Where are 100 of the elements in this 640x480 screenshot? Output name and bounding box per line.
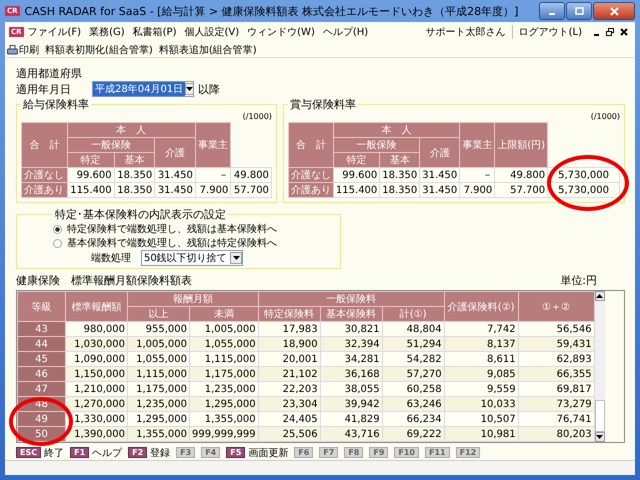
table-cell: 1,090,000	[66, 352, 128, 367]
table-cell: 9,559	[444, 382, 518, 397]
caret-icon	[232, 256, 240, 260]
table-cell: 1,295,000	[128, 412, 190, 427]
grade-cell: 44	[18, 336, 66, 352]
radio-button[interactable]	[53, 238, 62, 248]
unit-label: (/1000)	[242, 112, 272, 122]
table-cell: 24,405	[258, 412, 320, 427]
table-cell: 57.700	[494, 182, 548, 198]
table-cell: 18.350	[114, 168, 155, 183]
header-cell: 事業主	[460, 122, 495, 168]
table-cell: 1,115,000	[128, 366, 190, 382]
table-cell: 980,000	[66, 322, 128, 337]
table-cell: 99.600	[333, 168, 380, 183]
table-cell: 41,829	[320, 412, 382, 427]
close-icon	[610, 6, 618, 16]
table-cell: 1,390,000	[66, 426, 128, 442]
toolbar-button[interactable]: 料額表追加(組合管掌)	[158, 42, 257, 56]
menu-item[interactable]: ファイル(F)	[24, 25, 86, 39]
table-cell: 54,282	[382, 352, 444, 367]
function-key-button[interactable]: F5 画面更新	[226, 446, 288, 460]
close-button[interactable]	[593, 2, 635, 20]
function-key-button[interactable]: F2 登録	[128, 446, 170, 460]
table-cell: 1,210,000	[66, 382, 128, 397]
group-title: 給与保険料率	[22, 97, 90, 112]
function-key-button[interactable]: ESC 終了	[16, 446, 64, 460]
menu-item[interactable]: 業務(G)	[85, 25, 129, 39]
header-cell: ①＋②	[518, 292, 594, 322]
prefecture-label: 適用都道府県	[16, 66, 83, 81]
table-cell: 73,279	[518, 396, 594, 412]
table-cell: 1,150,000	[66, 366, 128, 382]
menu-item[interactable]: 私書箱(P)	[128, 25, 180, 39]
table-cell: 1,270,000	[66, 396, 128, 412]
menu-item[interactable]: 個人設定(V)	[180, 25, 244, 39]
table-cell: 39,942	[320, 396, 382, 412]
table-cell: 57.700	[230, 182, 272, 198]
table-cell: 60,258	[382, 382, 444, 397]
function-key-button[interactable]: F1 ヘルプ	[70, 446, 122, 460]
table-cell: 1,235,000	[128, 396, 190, 412]
maximize-button[interactable]	[566, 2, 592, 20]
table-cell: 63,246	[382, 396, 444, 412]
table-cell: 43,716	[320, 426, 382, 442]
date-dropdown[interactable]: 平成28年04月01日	[92, 81, 194, 98]
radio-label: 特定保険料で端数処理し、残額は基本保険料へ	[67, 222, 277, 236]
table-cell: 955,000	[128, 322, 190, 337]
table-cell: 66,234	[382, 412, 444, 427]
unit-label: (/1000)	[590, 112, 620, 122]
table-cell: 49.800	[230, 168, 272, 183]
menu-item[interactable]: ヘルプ(H)	[318, 25, 372, 39]
grade-cell: 46	[18, 366, 66, 382]
header-cell: 合 計	[288, 122, 334, 168]
grade-cell: 49	[18, 412, 66, 427]
toolbar-button[interactable]: 料額表初期化(組合管掌)	[45, 42, 153, 56]
scroll-thumb[interactable]	[594, 400, 605, 432]
header-cell: 報酬月額	[128, 292, 258, 307]
table-cell: 8,611	[444, 352, 518, 367]
logout-link[interactable]: ログアウト(L)	[512, 25, 590, 39]
window-title: CASH RADAR for SaaS - [給与計算 > 健康保険料額表 株式会社エルモードいわき（平成28年度）]	[24, 4, 518, 18]
table-cell: 21,102	[258, 366, 320, 382]
table-cell: 1,175,000	[128, 382, 190, 397]
table-cell: 1,295,000	[190, 396, 258, 412]
table-cell: －	[195, 168, 231, 183]
menu-item[interactable]: ウィンドウ(W)	[243, 25, 319, 39]
table-cell: 31.450	[420, 168, 460, 183]
rounding-label: 端数処理	[91, 252, 131, 266]
table-cell: 1,030,000	[66, 336, 128, 352]
header-cell: 等級	[18, 292, 66, 322]
table-cell: 1,055,000	[128, 352, 190, 367]
table-cell: 7,742	[444, 322, 518, 337]
rounding-dropdown[interactable]: 50銭以下切り捨て	[141, 250, 243, 266]
table-cell: 32,394	[320, 336, 382, 352]
toolbar-button[interactable]: 印刷	[7, 42, 39, 56]
row-label: 介護なし	[288, 168, 334, 183]
table-cell: 80,203	[518, 426, 594, 442]
table-cell: 36,168	[320, 366, 382, 382]
table-cell: 57,270	[382, 366, 444, 382]
table-cell: 17,983	[258, 322, 320, 337]
radio-button[interactable]	[53, 224, 62, 234]
table-cell: 49.800	[494, 168, 548, 183]
table-cell: 51,294	[382, 336, 444, 352]
header-cell: 一般保険	[333, 138, 420, 153]
header-cell: 未満	[190, 306, 258, 322]
header-cell: 計(①)	[382, 306, 444, 322]
header-cell: 特定保険料	[258, 306, 320, 322]
grade-cell: 43	[18, 322, 66, 337]
table-cell: 56,546	[518, 322, 594, 337]
table-cell: 38,055	[320, 382, 382, 397]
table-cell: 69,817	[518, 382, 594, 397]
scrollbar[interactable]	[594, 291, 605, 442]
header-cell: 上限額(円)	[494, 122, 548, 168]
restore-icon[interactable]	[603, 28, 617, 36]
table-cell: 1,175,000	[190, 366, 258, 382]
header-cell: 以上	[128, 306, 190, 322]
table-cell: 1,235,000	[190, 382, 258, 397]
header-cell: 一般保険	[67, 138, 155, 153]
header-cell: 本 人	[67, 122, 196, 138]
group-title: 賞与保険料率	[288, 97, 357, 112]
header-cell: 特定	[67, 152, 114, 168]
table-cell: 76,741	[518, 412, 594, 427]
minimize-button[interactable]	[539, 2, 565, 20]
